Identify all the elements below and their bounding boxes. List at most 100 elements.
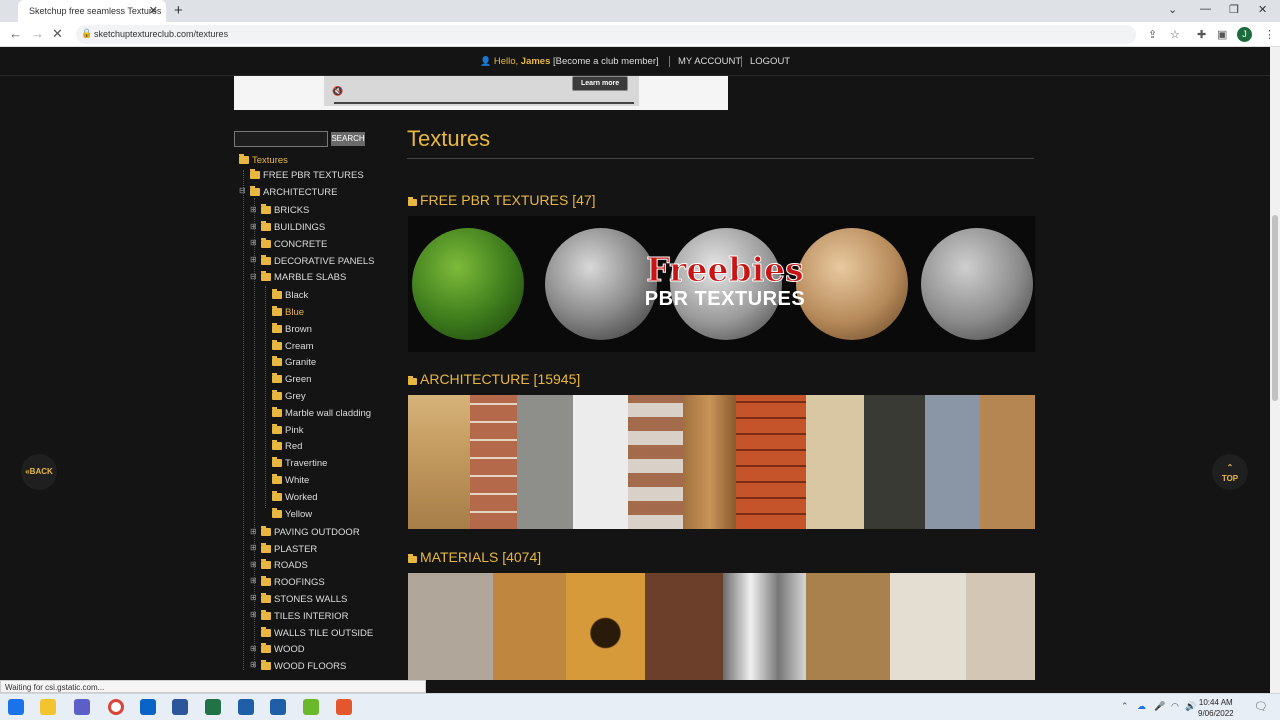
tree-item-free-pbr[interactable]: FREE PBR TEXTURES xyxy=(250,169,364,181)
teams-icon[interactable] xyxy=(74,699,90,715)
outlook-icon[interactable] xyxy=(140,699,156,715)
tiles-swatch[interactable] xyxy=(628,395,683,529)
excel-icon[interactable] xyxy=(205,699,221,715)
expand-icon[interactable]: ⊞ xyxy=(250,560,257,569)
tree-item-bricks[interactable]: BRICKS xyxy=(261,204,309,216)
tree-item-concrete[interactable]: CONCRETE xyxy=(261,238,327,250)
sidepanel-icon[interactable]: ▣ xyxy=(1217,28,1227,41)
tree-item-decorative-panels[interactable]: DECORATIVE PANELS xyxy=(261,255,374,267)
search-button[interactable]: SEARCH xyxy=(331,132,365,146)
tree-item-architecture[interactable]: ARCHITECTURE xyxy=(250,186,337,198)
logout-link[interactable]: LOGOUT xyxy=(741,56,790,67)
file-explorer-icon[interactable] xyxy=(40,699,56,715)
notifications-icon[interactable]: 🗨 xyxy=(1254,700,1268,713)
bookmark-star-icon[interactable]: ☆ xyxy=(1170,28,1180,41)
mic-icon[interactable]: 🎤 xyxy=(1154,701,1165,712)
tree-item-white[interactable]: White xyxy=(272,474,309,486)
forward-arrow-icon[interactable]: → xyxy=(31,26,44,41)
tree-item-blue[interactable]: Blue xyxy=(272,306,304,318)
stone-wall-swatch[interactable] xyxy=(980,395,1035,529)
tree-item-wood[interactable]: WOOD xyxy=(261,643,305,655)
pbr-banner[interactable]: Freebies PBR TEXTURES xyxy=(408,216,1035,352)
wifi-icon[interactable]: ◠ xyxy=(1171,701,1179,712)
tab-search-icon[interactable]: ⌄ xyxy=(1168,3,1177,16)
mute-icon[interactable]: 🔇 xyxy=(332,86,343,97)
address-bar[interactable]: 🔒 sketchuptextureclub.com/textures xyxy=(76,25,1136,44)
vertical-scrollbar[interactable] xyxy=(1270,47,1280,693)
concrete-swatch[interactable] xyxy=(517,395,573,529)
expand-icon[interactable]: ⊞ xyxy=(250,238,257,247)
tree-item-brown[interactable]: Brown xyxy=(272,323,312,335)
paper-swatch[interactable] xyxy=(890,573,966,680)
cobble-swatch[interactable] xyxy=(925,395,980,529)
tree-item-green[interactable]: Green xyxy=(272,373,311,385)
tree-item-red[interactable]: Red xyxy=(272,440,302,452)
cork-swatch[interactable] xyxy=(493,573,566,680)
become-member-link[interactable]: [Become a club member] xyxy=(553,56,659,67)
marble-swatch[interactable] xyxy=(806,395,864,529)
clock[interactable]: 10:44 AM 9/06/2022 xyxy=(1198,697,1234,719)
leopard-swatch[interactable] xyxy=(566,573,645,680)
tree-root[interactable]: Textures xyxy=(239,154,288,166)
tree-item-granite[interactable]: Granite xyxy=(272,356,316,368)
back-button[interactable]: «BACK xyxy=(21,454,57,490)
expand-icon[interactable]: ⊞ xyxy=(250,660,257,669)
tree-item-plaster[interactable]: PLASTER xyxy=(261,543,317,555)
start-icon[interactable] xyxy=(8,699,24,715)
sketchup-alt-icon[interactable] xyxy=(270,699,286,715)
top-button[interactable]: ⌃ TOP xyxy=(1212,454,1248,490)
share-icon[interactable]: ⇪ xyxy=(1148,28,1157,41)
scroll-thumb[interactable] xyxy=(1272,215,1278,401)
expand-icon[interactable]: ⊞ xyxy=(250,255,257,264)
brick-swatch[interactable] xyxy=(470,395,517,529)
tree-item-marble-slabs[interactable]: MARBLE SLABS xyxy=(261,271,346,283)
search-input[interactable] xyxy=(234,131,328,147)
collapse-icon[interactable]: ⊟ xyxy=(239,186,246,195)
tree-item-worked[interactable]: Worked xyxy=(272,491,318,503)
tree-item-tiles-interior[interactable]: TILES INTERIOR xyxy=(261,610,348,622)
close-window-icon[interactable]: ✕ xyxy=(1258,3,1267,16)
volume-icon[interactable]: 🔊 xyxy=(1185,701,1196,712)
app-c-icon[interactable] xyxy=(303,699,319,715)
section-free-pbr[interactable]: FREE PBR TEXTURES [47] xyxy=(408,192,596,208)
tree-item-wood-floors[interactable]: WOOD FLOORS xyxy=(261,660,346,672)
expand-icon[interactable]: ⊞ xyxy=(250,543,257,552)
tree-item-marble-wall-cladding[interactable]: Marble wall cladding xyxy=(272,407,371,419)
close-tab-icon[interactable]: ✕ xyxy=(149,4,158,17)
tree-item-pink[interactable]: Pink xyxy=(272,424,303,436)
expand-icon[interactable]: ⊞ xyxy=(250,222,257,231)
tree-item-buildings[interactable]: BUILDINGS xyxy=(261,221,325,233)
architecture-thumbnails[interactable] xyxy=(408,395,1035,529)
collapse-icon[interactable]: ⊟ xyxy=(250,272,257,281)
expand-icon[interactable]: ⊞ xyxy=(250,527,257,536)
browser-tab[interactable]: Sketchup free seamless Textures ✕ xyxy=(18,0,166,22)
section-materials[interactable]: MATERIALS [4074] xyxy=(408,549,541,565)
tree-item-travertine[interactable]: Travertine xyxy=(272,457,327,469)
plaster-swatch[interactable] xyxy=(573,395,628,529)
tree-item-black[interactable]: Black xyxy=(272,289,308,301)
app-orange-icon[interactable] xyxy=(336,699,352,715)
expand-icon[interactable]: ⊞ xyxy=(250,576,257,585)
floral-fabric-swatch[interactable] xyxy=(806,573,890,680)
fur-swatch[interactable] xyxy=(408,573,493,680)
menu-icon[interactable]: ⋮ xyxy=(1264,28,1275,41)
expand-icon[interactable]: ⊞ xyxy=(250,644,257,653)
restore-icon[interactable]: ❐ xyxy=(1229,3,1239,16)
extensions-icon[interactable]: ✚ xyxy=(1197,28,1206,41)
my-account-link[interactable]: MY ACCOUNT xyxy=(669,56,741,67)
facade-swatch[interactable] xyxy=(408,395,470,529)
metal-swatch[interactable] xyxy=(723,573,806,680)
expand-icon[interactable]: ⊞ xyxy=(250,610,257,619)
sketchup-icon[interactable] xyxy=(238,699,254,715)
new-tab-icon[interactable]: + xyxy=(174,2,183,19)
ad-video[interactable]: 🔇 Learn more xyxy=(324,76,639,106)
tree-item-stones-walls[interactable]: STONES WALLS xyxy=(261,593,347,605)
word-icon[interactable] xyxy=(172,699,188,715)
stop-icon[interactable]: ✕ xyxy=(52,26,63,42)
roof-tiles-swatch[interactable] xyxy=(736,395,806,529)
minimize-icon[interactable]: — xyxy=(1200,3,1211,15)
wallpaper-swatch[interactable] xyxy=(966,573,1035,680)
tree-item-roofings[interactable]: ROOFINGS xyxy=(261,576,325,588)
back-arrow-icon[interactable]: ← xyxy=(9,26,22,41)
road-swatch[interactable] xyxy=(864,395,925,529)
